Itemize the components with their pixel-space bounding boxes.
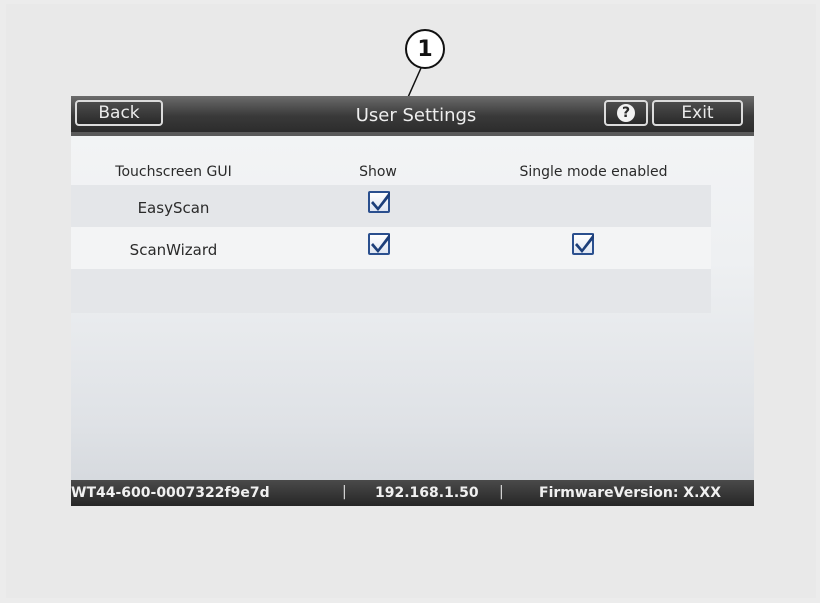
title-bar: Back User Settings ? Exit [71,96,754,132]
column-header-show: Show [359,164,397,180]
checkbox-checked-icon [371,233,390,253]
table-header: Touchscreen GUI Show Single mode enabled [71,164,754,186]
help-button[interactable]: ? [604,100,648,126]
scanwizard-single-mode-checkbox[interactable] [572,233,594,255]
callout-marker: 1 [405,29,445,69]
exit-button[interactable]: Exit [652,100,743,126]
table-row: EasyScan [71,185,711,227]
callout-number: 1 [417,36,433,62]
status-separator: | [342,484,347,500]
column-header-gui: Touchscreen GUI [115,164,232,180]
checkbox-checked-icon [575,233,594,253]
scanwizard-show-checkbox[interactable] [368,233,390,255]
firmware-version: FirmwareVersion: X.XX [539,485,721,501]
ip-address: 192.168.1.50 [375,485,479,501]
help-glyph: ? [621,105,631,121]
title-divider [71,132,754,136]
table-row: ScanWizard [71,227,711,269]
back-button-label: Back [98,103,140,123]
row-label-easyscan: EasyScan [137,199,210,217]
device-screen: Back User Settings ? Exit Touchscreen GU… [71,96,754,506]
status-bar: WT44-600-0007322f9e7d | 192.168.1.50 | F… [71,480,754,506]
status-separator: | [499,484,504,500]
back-button[interactable]: Back [75,100,163,126]
checkbox-checked-icon [371,191,390,211]
empty-table-row [71,269,711,313]
question-circle-icon: ? [617,104,635,122]
column-header-single-mode: Single mode enabled [519,164,668,180]
device-id: WT44-600-0007322f9e7d [71,485,270,501]
easyscan-show-checkbox[interactable] [368,191,390,213]
exit-button-label: Exit [681,103,714,123]
page-title: User Settings [355,105,477,126]
row-label-scanwizard: ScanWizard [129,241,218,259]
